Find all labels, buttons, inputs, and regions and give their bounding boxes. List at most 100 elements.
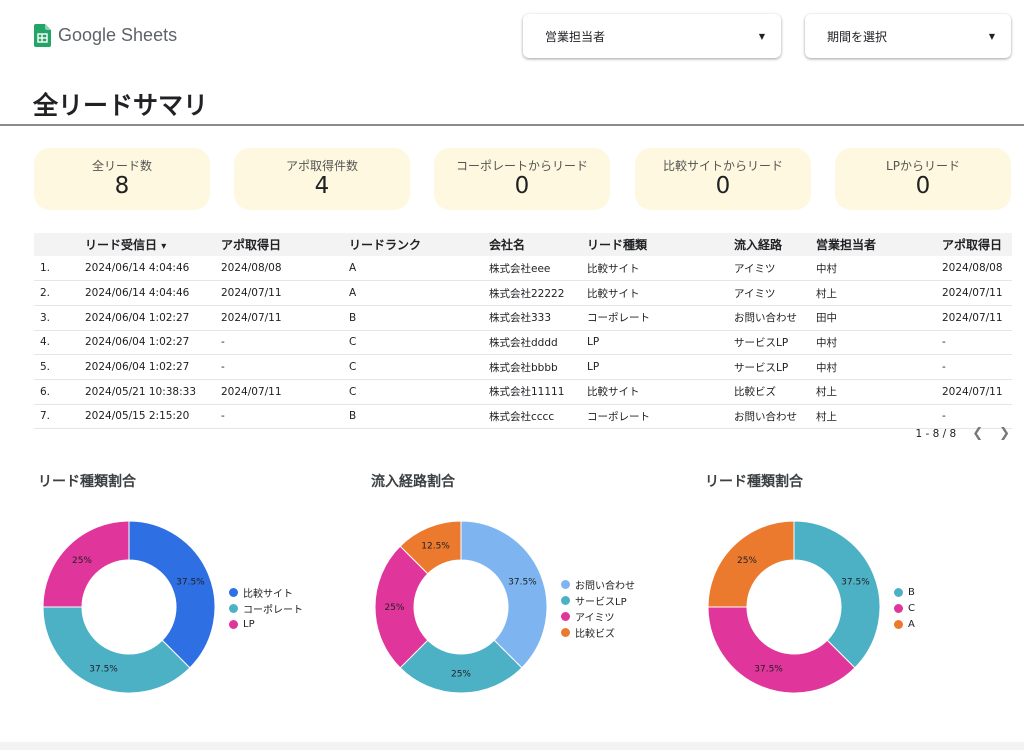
caret-down-icon: ▼ (988, 31, 995, 41)
table-cell: B (349, 305, 489, 331)
chevron-left-icon[interactable]: ❮ (972, 426, 983, 441)
table-cell: - (942, 354, 1012, 380)
table-row[interactable]: 1. 2024/06/14 4:04:46 2024/08/08 A 株式会社eee 比較… (34, 256, 1012, 282)
table-row[interactable]: 7. 2024/05/15 2:15:20- B 株式会社cccc コーポレート お問い合… (34, 404, 1012, 430)
table-row[interactable]: 6. 2024/05/21 10:38:33 2024/07/11 C 株式会社1111… (34, 379, 1012, 405)
slice-label: 37.5% (754, 664, 783, 674)
table-cell: C (349, 354, 489, 380)
column-header-company[interactable]: 会社名 (489, 233, 587, 256)
table-cell: - (221, 404, 349, 430)
legend-swatch (561, 627, 570, 637)
table-cell: A (349, 280, 489, 306)
slice-label: 37.5% (89, 664, 118, 674)
table-cell: 株式会社bbbb (489, 354, 587, 380)
table-row[interactable]: 3. 2024/06/04 1:02:27 2024/07/11 B 株式会社333 コー… (34, 305, 1012, 331)
legend-item[interactable]: C (894, 600, 915, 616)
donut-slice[interactable] (128, 520, 216, 669)
google-sheets-logo: Google Sheets (34, 24, 177, 47)
table-cell: A (349, 256, 489, 282)
kpi-label: LPからリード (886, 159, 960, 173)
donut-slice[interactable] (707, 606, 856, 694)
legend-label: アイミツ (575, 612, 615, 624)
legend-swatch (894, 587, 903, 597)
legend-swatch (894, 619, 903, 629)
table-cell: 村上 (816, 379, 942, 405)
legend-swatch (894, 603, 903, 613)
legend-item[interactable]: B (894, 584, 915, 600)
table-cell: 株式会社eee (489, 256, 587, 282)
donut-slice[interactable] (42, 606, 191, 694)
donut-chart-lead-type: 37.5% 37.5% 25% (42, 520, 216, 694)
table-cell: 2024/06/04 1:02:27 (85, 305, 221, 331)
kpi-card-total-leads: 全リード数 8 (34, 148, 210, 210)
table-cell: コーポレート (587, 404, 734, 430)
table-cell: 4. (34, 330, 85, 356)
legend-item[interactable]: サービスLP (561, 592, 635, 608)
slice-label: 25% (72, 556, 92, 566)
table-cell: LP (587, 354, 734, 380)
column-header-lead-received[interactable]: リード受信日 ▾ (85, 233, 221, 256)
table-cell: 2024/06/04 1:02:27 (85, 330, 221, 356)
page-title: 全リードサマリ (33, 91, 209, 120)
legend-label: お問い合わせ (575, 580, 635, 592)
column-header-label: リード受信日 (85, 238, 158, 252)
table-cell: 2024/05/15 2:15:20 (85, 404, 221, 430)
column-header-index (34, 233, 85, 256)
legend-item[interactable]: コーポレート (229, 600, 303, 616)
sort-desc-icon: ▾ (161, 241, 167, 252)
column-header-lead-type[interactable]: リード種類 (587, 233, 734, 256)
bottom-divider (0, 742, 1024, 750)
slice-label: 37.5% (176, 578, 205, 588)
column-header-appointment-date-2[interactable]: アポ取得日 (942, 233, 1012, 256)
column-header-lead-rank[interactable]: リードランク (349, 233, 489, 256)
table-cell: 村上 (816, 280, 942, 306)
leads-table: リード受信日 ▾ アポ取得日 リードランク 会社名 リード種類 流入経路 営業担… (34, 233, 1012, 430)
table-cell: 田中 (816, 305, 942, 331)
table-cell: 比較サイト (587, 256, 734, 282)
table-row[interactable]: 5. 2024/06/04 1:02:27- C 株式会社bbbb LP サービスLP 中村… (34, 354, 1012, 380)
chevron-right-icon[interactable]: ❯ (999, 426, 1010, 441)
legend-label: A (908, 618, 915, 630)
donut-slice[interactable] (793, 520, 881, 669)
kpi-value: 8 (114, 173, 130, 199)
caret-down-icon: ▼ (758, 31, 765, 41)
table-cell: 7. (34, 404, 85, 430)
sales-rep-filter[interactable]: 営業担当者 ▼ (523, 14, 781, 58)
donut-chart-channel: 37.5% 25% 25% 12.5% (374, 520, 548, 694)
table-cell: 2024/07/11 (221, 305, 349, 331)
legend-item[interactable]: 比較ビズ (561, 624, 635, 640)
legend-swatch (229, 587, 238, 597)
slice-label: 12.5% (421, 542, 450, 552)
chart-legend-lead-type: 比較サイト コーポレート LP (229, 584, 303, 632)
period-filter[interactable]: 期間を選択 ▼ (805, 14, 1011, 58)
table-row[interactable]: 2. 2024/06/14 4:04:46 2024/07/11 A 株式会社22222… (34, 280, 1012, 306)
legend-item[interactable]: アイミツ (561, 608, 635, 624)
kpi-card-lp-leads: LPからリード 0 (835, 148, 1011, 210)
legend-label: C (908, 602, 915, 614)
table-cell: 6. (34, 379, 85, 405)
legend-swatch (561, 595, 570, 605)
table-cell: C (349, 330, 489, 356)
legend-item[interactable]: 比較サイト (229, 584, 303, 600)
legend-item[interactable]: A (894, 616, 915, 632)
slice-label: 37.5% (508, 578, 537, 588)
table-header-row: リード受信日 ▾ アポ取得日 リードランク 会社名 リード種類 流入経路 営業担… (34, 233, 1012, 256)
donut-slice[interactable] (460, 520, 548, 669)
legend-item[interactable]: LP (229, 616, 303, 632)
kpi-card-appointments: アポ取得件数 4 (234, 148, 410, 210)
table-cell: アイミツ (734, 256, 816, 282)
column-header-channel[interactable]: 流入経路 (734, 233, 816, 256)
table-cell: C (349, 379, 489, 405)
column-header-sales-rep[interactable]: 営業担当者 (816, 233, 942, 256)
kpi-value: 4 (314, 173, 330, 199)
brand-name: Google Sheets (58, 25, 178, 45)
kpi-value: 0 (514, 173, 530, 199)
table-cell: 比較サイト (587, 280, 734, 306)
table-cell: 2024/07/11 (942, 379, 1012, 405)
table-cell: 2024/05/21 10:38:33 (85, 379, 221, 405)
table-row[interactable]: 4. 2024/06/04 1:02:27- C 株式会社dddd LP サービスLP 中村… (34, 330, 1012, 356)
column-header-appointment-date[interactable]: アポ取得日 (221, 233, 349, 256)
legend-item[interactable]: お問い合わせ (561, 576, 635, 592)
table-cell: - (221, 354, 349, 380)
chart-title-channel: 流入経路割合 (371, 474, 455, 490)
